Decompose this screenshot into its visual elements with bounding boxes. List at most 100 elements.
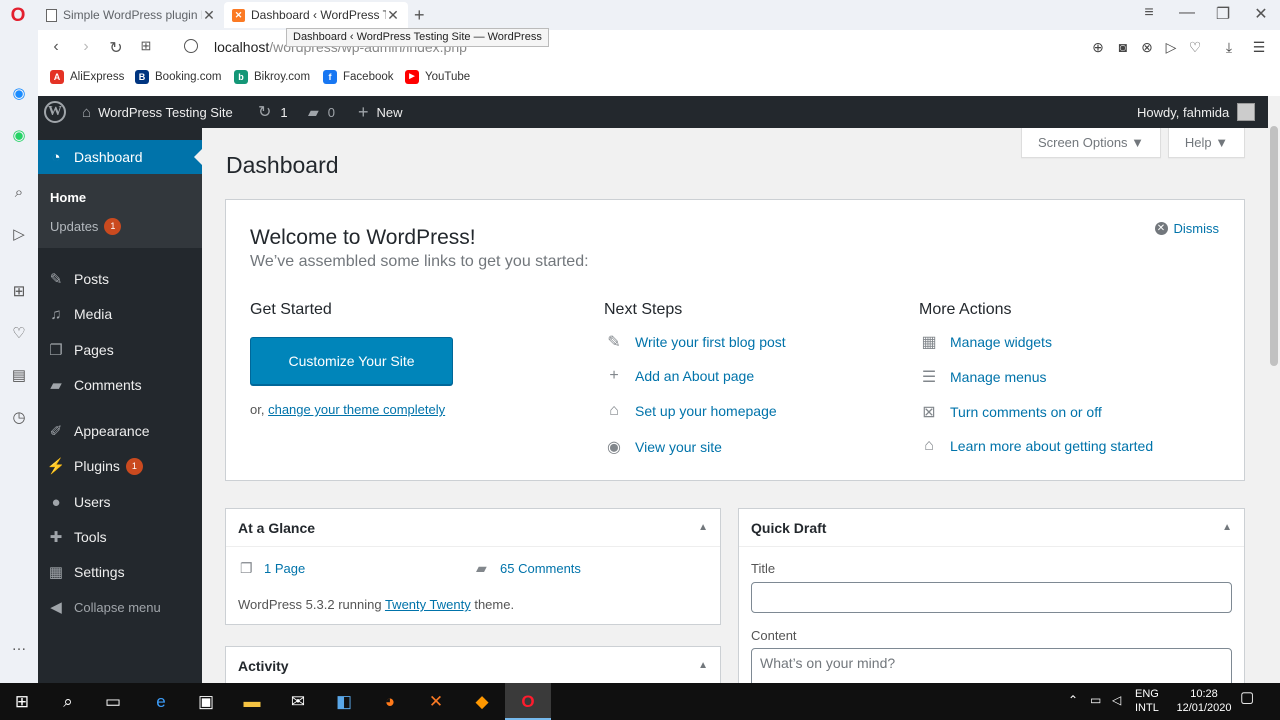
help-button[interactable]: Help ▼: [1168, 128, 1245, 158]
menu-users[interactable]: ● Users: [38, 485, 202, 519]
scrollbar-thumb[interactable]: [1270, 126, 1278, 366]
toggle-comments-link[interactable]: ⊠ Turn comments on or off: [919, 402, 1101, 422]
comments-menu[interactable]: ▰ 0: [308, 96, 335, 128]
opera-menu-icon[interactable]: O: [8, 6, 28, 26]
store-icon[interactable]: ▣: [193, 689, 219, 715]
search-icon[interactable]: ⌕: [9, 183, 29, 203]
menu-tools[interactable]: ✚ Tools: [38, 520, 202, 554]
adblock-icon[interactable]: ⊗: [1138, 39, 1156, 56]
bookmark-booking[interactable]: B Booking.com: [135, 70, 221, 84]
bookmark-youtube[interactable]: ▶ YouTube: [405, 70, 470, 84]
screen-options-button[interactable]: Screen Options ▼: [1021, 128, 1161, 158]
send-icon[interactable]: ▷: [9, 225, 29, 245]
write-post-link[interactable]: ✎ Write your first blog post: [604, 332, 785, 352]
task-view-icon[interactable]: ▭: [100, 689, 126, 715]
updates-menu[interactable]: ↻ 1: [258, 96, 288, 128]
setup-homepage-link[interactable]: ⌂ Set up your homepage: [604, 402, 777, 420]
restore-icon[interactable]: ❐: [1208, 4, 1238, 24]
speed-dial-icon[interactable]: ⊞: [9, 282, 29, 302]
search-icon[interactable]: ⌕: [55, 689, 81, 715]
page-scrollbar[interactable]: [1268, 96, 1280, 683]
news-icon[interactable]: ▤: [9, 366, 29, 386]
dismiss-link[interactable]: ✕ Dismiss: [1154, 221, 1219, 236]
widget-title[interactable]: Quick Draft: [739, 509, 1244, 547]
language-indicator[interactable]: ENG INTL: [1135, 687, 1159, 715]
opera-icon[interactable]: O: [515, 689, 541, 715]
toggle-arrow-icon[interactable]: ▲: [698, 522, 708, 533]
file-explorer-icon[interactable]: ▬: [239, 689, 265, 715]
firefox-icon[interactable]: ◕: [377, 689, 403, 715]
windows-start-icon[interactable]: ⊞: [9, 689, 35, 715]
chevron-up-icon[interactable]: ⌃: [1068, 693, 1078, 707]
messenger-icon[interactable]: ◉: [9, 84, 29, 104]
opera-sidebar: ◉ ◉ ⌕ ▷ ⊞ ♡ ▤ ◷ …: [0, 30, 38, 683]
clock[interactable]: 10:28 12/01/2020: [1171, 687, 1237, 715]
add-about-link[interactable]: + Add an About page: [604, 367, 754, 385]
menu-appearance[interactable]: ✐ Appearance: [38, 414, 202, 448]
notification-icon[interactable]: ▢: [1240, 690, 1254, 705]
send-icon[interactable]: ▷: [1162, 39, 1180, 56]
wp-logo-menu[interactable]: W: [44, 96, 66, 128]
widget-title[interactable]: At a Glance: [226, 509, 720, 547]
xampp-icon[interactable]: ✕: [423, 689, 449, 715]
more-icon[interactable]: …: [9, 636, 29, 656]
vscode-icon[interactable]: ◧: [331, 689, 357, 715]
change-theme-link[interactable]: change your theme completely: [268, 402, 445, 417]
draft-title-input[interactable]: [751, 582, 1232, 613]
widget-title[interactable]: Activity: [226, 647, 720, 683]
volume-icon[interactable]: ◁: [1112, 693, 1121, 707]
bookmark-aliexpress[interactable]: A AliExpress: [50, 70, 124, 84]
tab-menu-icon[interactable]: ≡: [1134, 4, 1164, 22]
tab-dashboard[interactable]: ✕ Dashboard ‹ WordPress Tes ✕: [224, 2, 408, 28]
glance-pages-link[interactable]: ❐ 1 Page: [240, 560, 305, 577]
mail-icon[interactable]: ✉: [285, 689, 311, 715]
back-icon[interactable]: ‹: [46, 38, 66, 56]
history-icon[interactable]: ◷: [9, 408, 29, 428]
bookmark-bikroy[interactable]: b Bikroy.com: [234, 70, 310, 84]
glance-comments-link[interactable]: ▰ 65 Comments: [476, 560, 581, 577]
menu-media[interactable]: ♫ Media: [38, 297, 202, 331]
camera-icon[interactable]: ◙: [1114, 39, 1132, 55]
menu-posts[interactable]: ✎ Posts: [38, 262, 202, 296]
speed-dial-icon[interactable]: ⊞: [136, 38, 156, 54]
new-content-menu[interactable]: + New: [358, 96, 403, 128]
draft-content-textarea[interactable]: What’s on your mind?: [751, 648, 1232, 683]
tab-simple-plugin[interactable]: Simple WordPress plugin D ✕: [38, 2, 224, 28]
new-tab-button[interactable]: +: [414, 5, 425, 26]
heart-icon[interactable]: ♡: [1186, 39, 1204, 56]
close-icon[interactable]: ✕: [386, 7, 400, 24]
theme-link[interactable]: Twenty Twenty: [385, 597, 471, 612]
menu-dashboard[interactable]: ◔ Dashboard: [38, 140, 202, 174]
minimize-icon[interactable]: —: [1172, 4, 1202, 22]
menu-plugins[interactable]: ⚡ Plugins 1: [38, 449, 202, 483]
paintbrush-icon: ✐: [49, 423, 63, 440]
site-name-menu[interactable]: ⌂ WordPress Testing Site: [82, 96, 233, 128]
bookmark-facebook[interactable]: f Facebook: [323, 70, 394, 84]
reload-icon[interactable]: ↻: [106, 38, 126, 58]
whatsapp-icon[interactable]: ◉: [9, 126, 29, 146]
collapse-menu-button[interactable]: ◀ Collapse menu: [38, 590, 202, 624]
menu-comments[interactable]: ▰ Comments: [38, 368, 202, 402]
easy-setup-icon[interactable]: ☰: [1250, 39, 1268, 56]
manage-menus-link[interactable]: ☰ Manage menus: [919, 367, 1047, 387]
manage-widgets-link[interactable]: ▦ Manage widgets: [919, 332, 1052, 352]
network-icon[interactable]: ▭: [1090, 693, 1101, 707]
heart-icon[interactable]: ♡: [9, 324, 29, 344]
toggle-arrow-icon[interactable]: ▲: [698, 660, 708, 671]
learn-more-link[interactable]: ⌂ Learn more about getting started: [919, 437, 1153, 455]
forward-icon[interactable]: ›: [76, 38, 96, 56]
zoom-icon[interactable]: ⊕: [1089, 39, 1107, 56]
menu-settings[interactable]: ▦ Settings: [38, 555, 202, 589]
close-icon[interactable]: ✕: [202, 7, 216, 24]
toggle-arrow-icon[interactable]: ▲: [1222, 522, 1232, 533]
my-account-menu[interactable]: Howdy, fahmida: [1137, 96, 1256, 128]
submenu-updates[interactable]: Updates 1: [50, 218, 122, 235]
view-site-link[interactable]: ◉ View your site: [604, 437, 722, 457]
edge-icon[interactable]: e: [148, 689, 174, 715]
download-icon[interactable]: ⤓: [1220, 39, 1238, 56]
sublime-icon[interactable]: ◆: [469, 689, 495, 715]
close-window-icon[interactable]: ✕: [1246, 4, 1276, 24]
submenu-home[interactable]: Home: [50, 190, 86, 205]
customize-site-button[interactable]: Customize Your Site: [250, 337, 453, 385]
menu-pages[interactable]: ❐ Pages: [38, 333, 202, 367]
